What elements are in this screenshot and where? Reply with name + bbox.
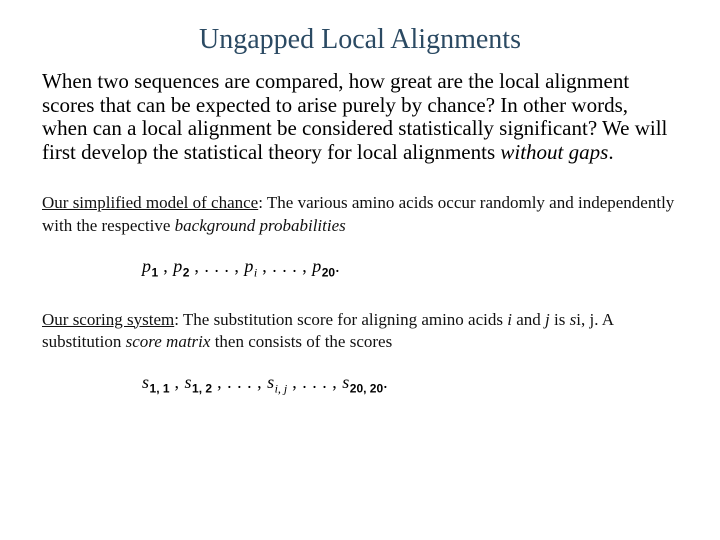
sdots2: . . . , <box>302 372 342 392</box>
speriod: . <box>383 372 388 392</box>
scoring-and: and <box>512 310 545 329</box>
dots2: . . . , <box>272 256 312 276</box>
scoring-text4: then consists of the scores <box>210 332 392 351</box>
model-section: Our simplified model of chance: The vari… <box>42 192 678 238</box>
scoring-text1: : The substitution score for aligning am… <box>174 310 507 329</box>
period1: . <box>335 256 340 276</box>
model-label: Our simplified model of chance <box>42 193 258 212</box>
s11-sub: 1, 1 <box>150 382 170 396</box>
intro-paragraph: When two sequences are compared, how gre… <box>42 70 678 164</box>
sdots1: . . . , <box>227 372 267 392</box>
scomma2: , <box>212 372 227 392</box>
probability-list: p1 , p2 , . . . , pi , . . . , p20. <box>142 256 678 281</box>
comma1: , <box>158 256 173 276</box>
p20-sub: 20 <box>322 266 335 280</box>
scoring-ital: score matrix <box>126 332 211 351</box>
s12-var: s <box>185 372 193 392</box>
s2020-sub: 20, 20 <box>350 382 383 396</box>
s2020-var: s <box>342 372 350 392</box>
intro-italic: without gaps <box>500 140 608 164</box>
sijlist-sub: i, j <box>275 382 288 396</box>
scomma1: , <box>170 372 185 392</box>
comma2: , <box>189 256 204 276</box>
slide: Ungapped Local Alignments When two seque… <box>0 0 720 540</box>
intro-text-2: . <box>608 140 613 164</box>
p2-var: p <box>173 256 183 276</box>
slide-title: Ungapped Local Alignments <box>102 24 618 56</box>
scomma3: , <box>287 372 302 392</box>
dots1: . . . , <box>204 256 244 276</box>
p20-var: p <box>312 256 322 276</box>
scoring-section: Our scoring system: The substitution sco… <box>42 309 678 355</box>
pi-var: p <box>244 256 254 276</box>
model-italic: background probabilities <box>175 216 346 235</box>
sij-var: s <box>267 372 275 392</box>
comma3: , <box>257 256 272 276</box>
sij-sub: i, j <box>576 310 594 329</box>
s11-var: s <box>142 372 150 392</box>
scoring-label: Our scoring system <box>42 310 174 329</box>
p1-var: p <box>142 256 152 276</box>
s12-sub: 1, 2 <box>192 382 212 396</box>
score-list: s1, 1 , s1, 2 , . . . , si, j , . . . , … <box>142 372 678 397</box>
scoring-text2: is <box>550 310 570 329</box>
